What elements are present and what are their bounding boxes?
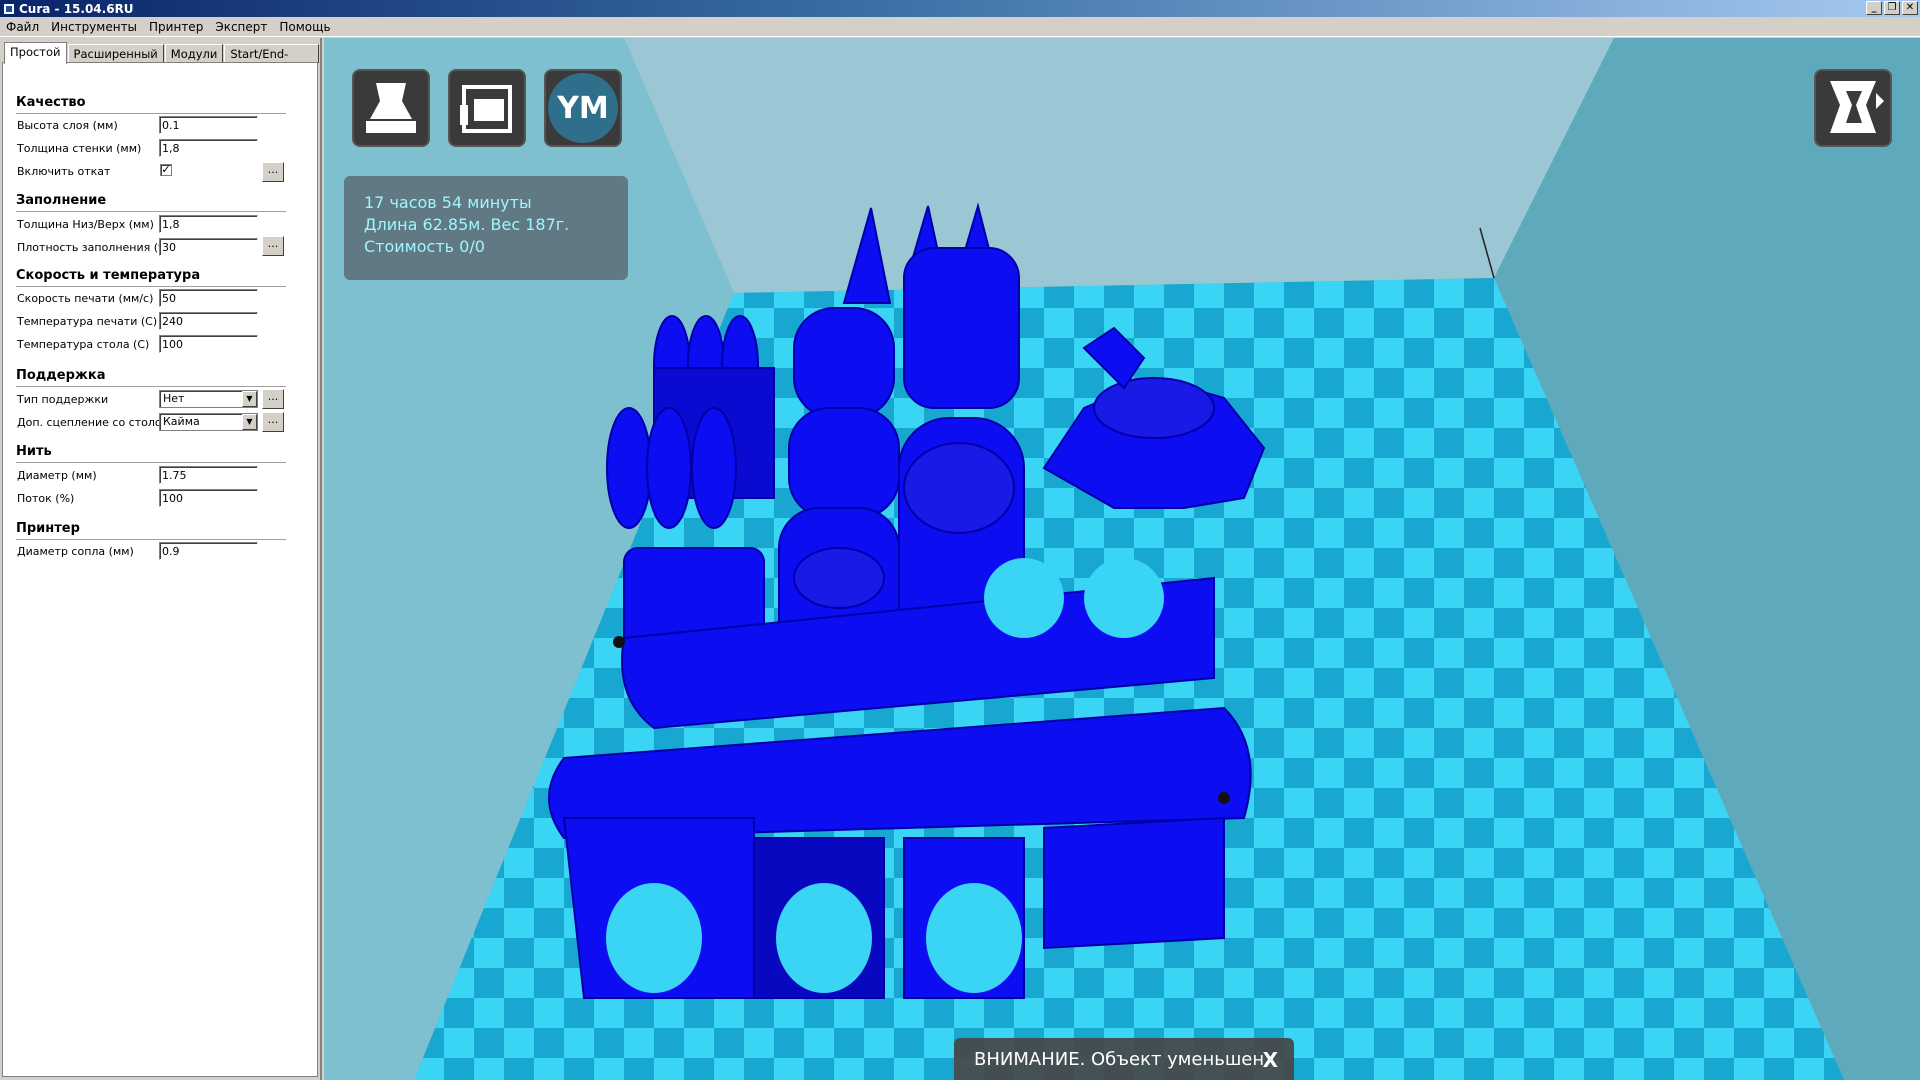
model-cutout	[606, 883, 702, 993]
model-part[interactable]	[793, 307, 895, 419]
menu-bar: Файл Инструменты Принтер Эксперт Помощь	[0, 17, 1920, 37]
view-mode-button[interactable]	[1814, 69, 1892, 147]
chevron-down-icon[interactable]: ▼	[242, 391, 257, 407]
support-type-value: Нет	[163, 392, 185, 405]
model-part[interactable]	[1043, 816, 1225, 950]
ym-button[interactable]: YM	[544, 69, 622, 147]
section-fill-title: Заполнение	[16, 193, 107, 208]
model-hole	[1218, 792, 1230, 804]
retraction-label: Включить откат	[17, 165, 111, 178]
adhesion-label: Доп. сцепление со столом	[17, 416, 170, 429]
ym-label: YM	[548, 73, 618, 143]
model-hole	[613, 636, 625, 648]
flow-label: Поток (%)	[17, 492, 75, 505]
model-cutout	[1084, 558, 1164, 638]
bottom-top-label: Толщина Низ/Верх (мм)	[17, 218, 154, 231]
print-button[interactable]	[448, 69, 526, 147]
support-settings-button[interactable]: ...	[262, 389, 284, 409]
print-speed-label: Скорость печати (мм/с)	[17, 292, 154, 305]
support-type-select[interactable]: Нет ▼	[159, 390, 258, 408]
model-part[interactable]	[646, 407, 692, 529]
cura-app-icon	[3, 2, 15, 15]
tab-advanced[interactable]: Расширенный	[67, 44, 164, 63]
model-part[interactable]	[903, 442, 1015, 534]
print-info-panel: 17 часов 54 минуты Длина 62.85м. Вес 187…	[344, 176, 628, 280]
retraction-settings-button[interactable]: ...	[262, 162, 284, 182]
bottom-top-input[interactable]	[159, 215, 258, 233]
nozzle-diameter-label: Диаметр сопла (мм)	[17, 545, 134, 558]
menu-help[interactable]: Помощь	[273, 20, 336, 34]
tab-simple[interactable]: Простой	[4, 42, 67, 64]
load-model-button[interactable]	[352, 69, 430, 147]
filament-diameter-input[interactable]	[159, 466, 258, 484]
menu-expert[interactable]: Эксперт	[209, 20, 273, 34]
model-cutout	[776, 883, 872, 993]
chevron-down-icon[interactable]: ▼	[242, 414, 257, 430]
section-filament-title: Нить	[16, 444, 52, 459]
section-support-title: Поддержка	[16, 368, 106, 383]
section-divider	[16, 386, 286, 387]
layer-height-label: Высота слоя (мм)	[17, 119, 118, 132]
model-part[interactable]	[793, 547, 885, 609]
settings-panel: Простой Расширенный Модули Start/End-GCo…	[0, 38, 322, 1080]
bed-temp-input[interactable]	[159, 335, 258, 353]
section-divider	[16, 462, 286, 463]
layer-height-input[interactable]	[159, 116, 258, 134]
print-time: 17 часов 54 минуты	[364, 193, 532, 212]
wall-thickness-label: Толщина стенки (мм)	[17, 142, 142, 155]
retraction-checkbox[interactable]: ✓	[160, 164, 172, 176]
warning-notification: ВНИМАНИЕ. Объект уменьшен. X	[954, 1038, 1294, 1080]
settings-tabs: Простой Расширенный Модули Start/End-GCo…	[4, 42, 320, 79]
view-mode-icon	[1830, 81, 1884, 133]
minimize-button[interactable]: _	[1866, 1, 1882, 15]
bed-temp-label: Температура стола (С)	[17, 338, 150, 351]
fill-density-label: Плотность заполнения (%)	[17, 241, 173, 254]
print-cost: Стоимость 0/0	[364, 237, 485, 256]
menu-printer[interactable]: Принтер	[143, 20, 209, 34]
model-cutout	[984, 558, 1064, 638]
model-part[interactable]	[788, 407, 900, 519]
support-type-label: Тип поддержки	[17, 393, 109, 406]
warning-text: ВНИМАНИЕ. Объект уменьшен.	[974, 1049, 1270, 1070]
menu-file[interactable]: Файл	[0, 20, 45, 34]
warning-close-button[interactable]: X	[1263, 1048, 1278, 1072]
window-title: Cura - 15.04.6RU	[19, 1, 134, 16]
model-part[interactable]	[691, 407, 737, 529]
restore-button[interactable]: ❐	[1884, 1, 1900, 15]
section-divider	[16, 211, 286, 212]
fill-settings-button[interactable]: ...	[262, 236, 284, 256]
print-length-weight: Длина 62.85м. Вес 187г.	[364, 215, 570, 234]
settings-tab-body: Качество Высота слоя (мм) Толщина стенки…	[2, 62, 318, 1077]
adhesion-value: Кайма	[163, 415, 200, 428]
section-printer-title: Принтер	[16, 521, 80, 536]
model-part[interactable]	[903, 247, 1020, 409]
section-divider	[16, 539, 286, 540]
section-quality-title: Качество	[16, 95, 86, 110]
filament-diameter-label: Диаметр (мм)	[17, 469, 97, 482]
nozzle-diameter-input[interactable]	[159, 542, 258, 560]
flow-input[interactable]	[159, 489, 258, 507]
adhesion-settings-button[interactable]: ...	[262, 412, 284, 432]
3d-viewport[interactable]: YM 17 часов 54 минуты Длина 62.85м. Вес …	[324, 38, 1920, 1080]
tab-start-end-gcode[interactable]: Start/End-GCode	[224, 44, 319, 79]
load-model-icon	[366, 83, 416, 133]
model-part[interactable]	[606, 407, 652, 529]
close-button[interactable]: ✕	[1902, 1, 1918, 15]
printer-icon	[460, 85, 512, 133]
tab-plugins[interactable]: Модули	[164, 44, 224, 63]
fill-density-input[interactable]	[159, 238, 258, 256]
print-speed-input[interactable]	[159, 289, 258, 307]
adhesion-select[interactable]: Кайма ▼	[159, 413, 258, 431]
print-temp-input[interactable]	[159, 312, 258, 330]
title-bar: Cura - 15.04.6RU _ ❐ ✕	[0, 0, 1920, 17]
model-part[interactable]	[1093, 377, 1215, 439]
wall-thickness-input[interactable]	[159, 139, 258, 157]
print-temp-label: Температура печати (С)	[17, 315, 158, 328]
section-divider	[16, 113, 286, 114]
model-cutout	[926, 883, 1022, 993]
menu-tools[interactable]: Инструменты	[45, 20, 143, 34]
section-speed-title: Скорость и температура	[16, 268, 201, 283]
section-divider	[16, 286, 286, 287]
back-wall	[624, 38, 1614, 293]
